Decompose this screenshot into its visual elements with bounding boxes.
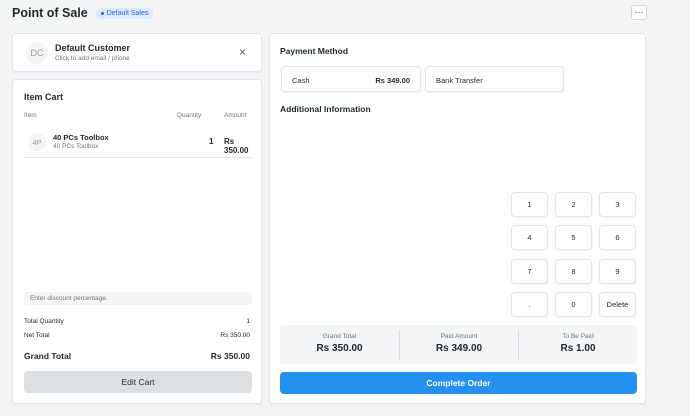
- item-quantity: 1: [209, 137, 214, 146]
- payment-mode-bank-transfer[interactable]: Bank Transfer: [425, 66, 564, 92]
- payment-card: Payment Method Cash Rs 349.00 Bank Trans…: [269, 33, 646, 404]
- numpad-key-5[interactable]: 5: [555, 225, 592, 250]
- net-total-label: Net Total: [24, 332, 50, 339]
- numpad-key-4[interactable]: 4: [511, 225, 548, 250]
- summary-value: Rs 1.00: [560, 343, 596, 354]
- grand-total-label: Grand Total: [24, 351, 72, 361]
- item-description: 40 PCs Toolbox: [53, 143, 99, 150]
- more-menu-button[interactable]: ···: [631, 5, 647, 20]
- additional-information-title: Additional Information: [280, 104, 371, 114]
- complete-order-button[interactable]: Complete Order: [280, 372, 637, 394]
- total-quantity-label: Total Quantity: [24, 318, 64, 325]
- summary-label: Grand Total: [322, 333, 357, 340]
- numpad-key-7[interactable]: 7: [511, 259, 548, 284]
- ellipsis-icon: ···: [634, 7, 644, 17]
- summary-label: To Be Paid: [562, 333, 594, 340]
- pos-profile-label: Default Sales: [106, 9, 149, 17]
- cart-item-row[interactable]: 4P 40 PCs Toolbox 40 PCs Toolbox 1 Rs 35…: [24, 125, 252, 158]
- to-be-paid-summary: To Be Paid Rs 1.00: [518, 330, 637, 359]
- payment-mode-label: Bank Transfer: [436, 76, 483, 85]
- payment-method-title: Payment Method: [280, 46, 349, 56]
- item-cart-title: Item Cart: [24, 92, 64, 102]
- numpad-key-9[interactable]: 9: [599, 259, 636, 284]
- total-quantity-value: 1: [246, 318, 250, 325]
- discount-input[interactable]: [24, 292, 252, 305]
- numpad-key-3[interactable]: 3: [599, 192, 636, 217]
- payment-mode-cash[interactable]: Cash Rs 349.00: [281, 66, 421, 92]
- payment-totals: Grand Total Rs 350.00 Paid Amount Rs 349…: [280, 325, 637, 364]
- payment-mode-label: Cash: [292, 76, 310, 85]
- summary-label: Paid Amount: [440, 333, 478, 340]
- summary-value: Rs 350.00: [316, 343, 363, 354]
- column-header-quantity: Quantity: [177, 112, 202, 119]
- paid-amount-summary: Paid Amount Rs 349.00: [399, 330, 518, 359]
- edit-cart-button[interactable]: Edit Cart: [24, 371, 252, 393]
- numpad-key-delete[interactable]: Delete: [599, 292, 636, 317]
- customer-contact-hint[interactable]: Click to add email / phone: [55, 55, 130, 62]
- numpad-key-8[interactable]: 8: [555, 259, 592, 284]
- close-icon[interactable]: ×: [239, 46, 246, 58]
- page-header: Point of Sale Default Sales: [12, 4, 154, 22]
- item-cart-card: Item Cart Item Quantity Amount 4P 40 PCs…: [12, 79, 262, 404]
- net-total-value: Rs 350.00: [220, 332, 250, 339]
- grand-total-summary: Grand Total Rs 350.00: [280, 325, 399, 364]
- numpad-key-6[interactable]: 6: [599, 225, 636, 250]
- customer-name: Default Customer: [55, 43, 131, 53]
- numpad-key-2[interactable]: 2: [555, 192, 592, 217]
- payment-mode-amount: Rs 349.00: [375, 76, 410, 85]
- pos-profile-badge[interactable]: Default Sales: [95, 7, 154, 19]
- dot-icon: [100, 11, 104, 15]
- column-header-amount: Amount: [224, 112, 247, 119]
- item-amount: Rs 350.00: [224, 137, 249, 155]
- customer-avatar: DC: [26, 42, 48, 64]
- numpad-key-1[interactable]: 1: [511, 192, 548, 217]
- numpad-key-0[interactable]: 0: [555, 292, 592, 317]
- summary-value: Rs 349.00: [435, 343, 483, 354]
- page-title: Point of Sale: [12, 6, 88, 20]
- item-name: 40 PCs Toolbox: [53, 133, 109, 142]
- column-header-item: Item: [24, 112, 37, 119]
- grand-total-value: Rs 350.00: [210, 351, 250, 361]
- item-avatar: 4P: [28, 133, 46, 151]
- numpad-key-decimal[interactable]: .: [511, 292, 548, 317]
- customer-card[interactable]: DC Default Customer Click to add email /…: [12, 33, 262, 72]
